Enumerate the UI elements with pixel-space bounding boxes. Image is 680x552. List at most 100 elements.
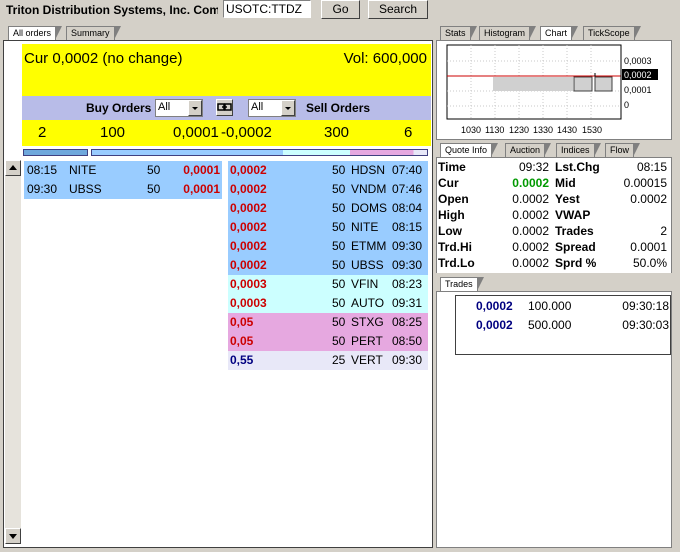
tab-summary[interactable]: Summary: [66, 26, 120, 40]
sell-order-size: 50: [332, 163, 346, 177]
chart-x-label: 1530: [582, 125, 603, 135]
symbol-input[interactable]: USOTC:TTDZ: [223, 0, 311, 18]
sell-order-time: 08:23: [391, 277, 422, 291]
trades-list: 0,0002 100.000 09:30:18 0,0002 500.000 0…: [455, 295, 671, 355]
quote-info-row: Time 09:32 Lst.Chg 08:15: [437, 159, 671, 175]
sell-order-size: 50: [332, 258, 346, 272]
sell-order-size: 25: [332, 353, 346, 367]
sell-order-time: 09:30: [391, 258, 422, 272]
search-button[interactable]: Search: [368, 0, 428, 19]
sell-order-mm: VERT: [351, 353, 383, 367]
buy-order-row[interactable]: 09:30 UBSS 50 0,0001: [24, 180, 222, 199]
quote-value: 0.0001: [630, 240, 667, 254]
sell-order-time: 08:15: [391, 220, 422, 234]
sell-order-row[interactable]: 0,0002 50 NITE 08:15: [228, 218, 428, 237]
tab-histogram[interactable]: Histogram: [479, 26, 537, 40]
orders-scrollbar[interactable]: [5, 160, 21, 544]
quote-value: 0.0002: [630, 192, 667, 206]
chart-panel: 0,0003 0,0002 0,0001 0 1030 1130 1230 13…: [436, 40, 672, 140]
sell-order-time: 08:50: [391, 334, 422, 348]
quote-label: Trd.Lo: [438, 256, 475, 270]
quote-label: Low: [438, 224, 462, 238]
current-price: Cur 0,0002 (no change): [24, 50, 183, 67]
buy-order-size: 50: [147, 182, 161, 196]
sell-order-row[interactable]: 0,0002 50 DOMS 08:04: [228, 199, 428, 218]
quote-value: 0.0002: [512, 240, 549, 254]
sell-order-time: 08:04: [391, 201, 422, 215]
tab-tickscope[interactable]: TickScope: [583, 26, 641, 40]
sell-order-size: 50: [332, 296, 346, 310]
buy-order-size: 50: [147, 163, 161, 177]
chart-x-label: 1130: [485, 125, 505, 135]
quote-info-row: Trd.Hi 0.0002 Spread 0.0001: [437, 239, 671, 255]
sell-order-row[interactable]: 0,0002 50 VNDM 07:46: [228, 180, 428, 199]
trades-panel: 0,0002 100.000 09:30:18 0,0002 500.000 0…: [436, 291, 672, 548]
sell-filter-select[interactable]: All: [248, 99, 296, 117]
tab-quote-info[interactable]: Quote Info: [440, 143, 499, 157]
quote-info-row: High 0.0002 VWAP: [437, 207, 671, 223]
sell-count: 6: [404, 124, 413, 141]
buy-order-row[interactable]: 08:15 NITE 50 0,0001: [24, 161, 222, 180]
chart-x-label: 1330: [533, 125, 554, 135]
chevron-down-icon[interactable]: [281, 100, 295, 116]
buy-order-time: 09:30: [27, 182, 58, 196]
sell-order-row[interactable]: 0,0002 50 ETMM 09:30: [228, 237, 428, 256]
sell-order-row[interactable]: 0,0003 50 VFIN 08:23: [228, 275, 428, 294]
tab-all-orders[interactable]: All orders: [8, 26, 63, 40]
sell-order-size: 50: [332, 201, 346, 215]
sell-best-price: -0,0002: [221, 124, 272, 141]
sell-order-price: 0,0002: [230, 258, 267, 272]
sell-orders-list: 0,0002 50 HDSN 07:40 0,0002 50 VNDM 07:46 0,0002…: [228, 161, 428, 370]
sell-order-mm: DOMS: [351, 201, 387, 215]
scroll-up-button[interactable]: [5, 160, 21, 176]
quote-label: Trades: [555, 224, 594, 238]
quote-label: Open: [438, 192, 469, 206]
scroll-down-button[interactable]: [5, 528, 21, 544]
tab-chart[interactable]: Chart: [540, 26, 579, 40]
buy-order-mm: NITE: [69, 163, 97, 177]
sell-order-row[interactable]: 0,55 25 VERT 09:30: [228, 351, 428, 370]
tab-flow[interactable]: Flow: [605, 143, 641, 157]
sell-order-row[interactable]: 0,05 50 PERT 08:50: [228, 332, 428, 351]
quote-value: 0.0002: [512, 256, 549, 270]
sell-order-time: 09:30: [391, 239, 422, 253]
chevron-down-icon[interactable]: [188, 100, 202, 116]
quote-value: 2: [660, 224, 667, 238]
sell-order-price: 0,0002: [230, 163, 267, 177]
tab-indices[interactable]: Indices: [556, 143, 600, 157]
trade-row[interactable]: 0,0002 500.000 09:30:03: [456, 316, 670, 335]
sell-order-mm: NITE: [351, 220, 379, 234]
sell-order-row[interactable]: 0,05 50 STXG 08:25: [228, 313, 428, 332]
sell-order-row[interactable]: 0,0002 50 HDSN 07:40: [228, 161, 428, 180]
volume-label: Vol: 600,000: [343, 50, 427, 67]
sell-order-size: 50: [332, 315, 346, 329]
sell-order-row[interactable]: 0,0002 50 UBSS 09:30: [228, 256, 428, 275]
buy-order-price: 0,0001: [183, 163, 220, 177]
go-button[interactable]: Go: [321, 0, 360, 19]
sell-order-size: 50: [332, 182, 346, 196]
sell-order-row[interactable]: 0,0003 50 AUTO 09:31: [228, 294, 428, 313]
sell-order-price: 0,0003: [230, 277, 267, 291]
arrow-down-icon: [9, 534, 17, 539]
quote-value: 0.0002: [512, 176, 549, 190]
quote-value: 0.0002: [512, 224, 549, 238]
sell-order-size: 50: [332, 220, 346, 234]
quote-label: Cur: [438, 176, 459, 190]
tab-trades[interactable]: Trades: [440, 277, 484, 291]
company-title: Triton Distribution Systems, Inc. Com: [6, 3, 218, 17]
sell-order-time: 08:25: [391, 315, 422, 329]
tab-auction[interactable]: Auction: [505, 143, 552, 157]
tab-stats[interactable]: Stats: [440, 26, 476, 40]
sell-order-size: 50: [332, 277, 346, 291]
sell-order-price: 0,55: [230, 353, 254, 367]
link-toggle-button[interactable]: [216, 99, 233, 116]
sell-order-mm: AUTO: [351, 296, 385, 310]
quote-label: Spread: [555, 240, 596, 254]
quote-label: Sprd %: [555, 256, 597, 270]
sell-order-time: 07:40: [391, 163, 422, 177]
quote-info-row: Trd.Lo 0.0002 Sprd % 50.0%: [437, 255, 671, 271]
trade-row[interactable]: 0,0002 100.000 09:30:18: [456, 297, 670, 316]
sell-order-time: 09:30: [391, 353, 422, 367]
quote-info-row: Cur 0.0002 Mid 0.00015: [437, 175, 671, 191]
buy-filter-select[interactable]: All: [155, 99, 203, 117]
